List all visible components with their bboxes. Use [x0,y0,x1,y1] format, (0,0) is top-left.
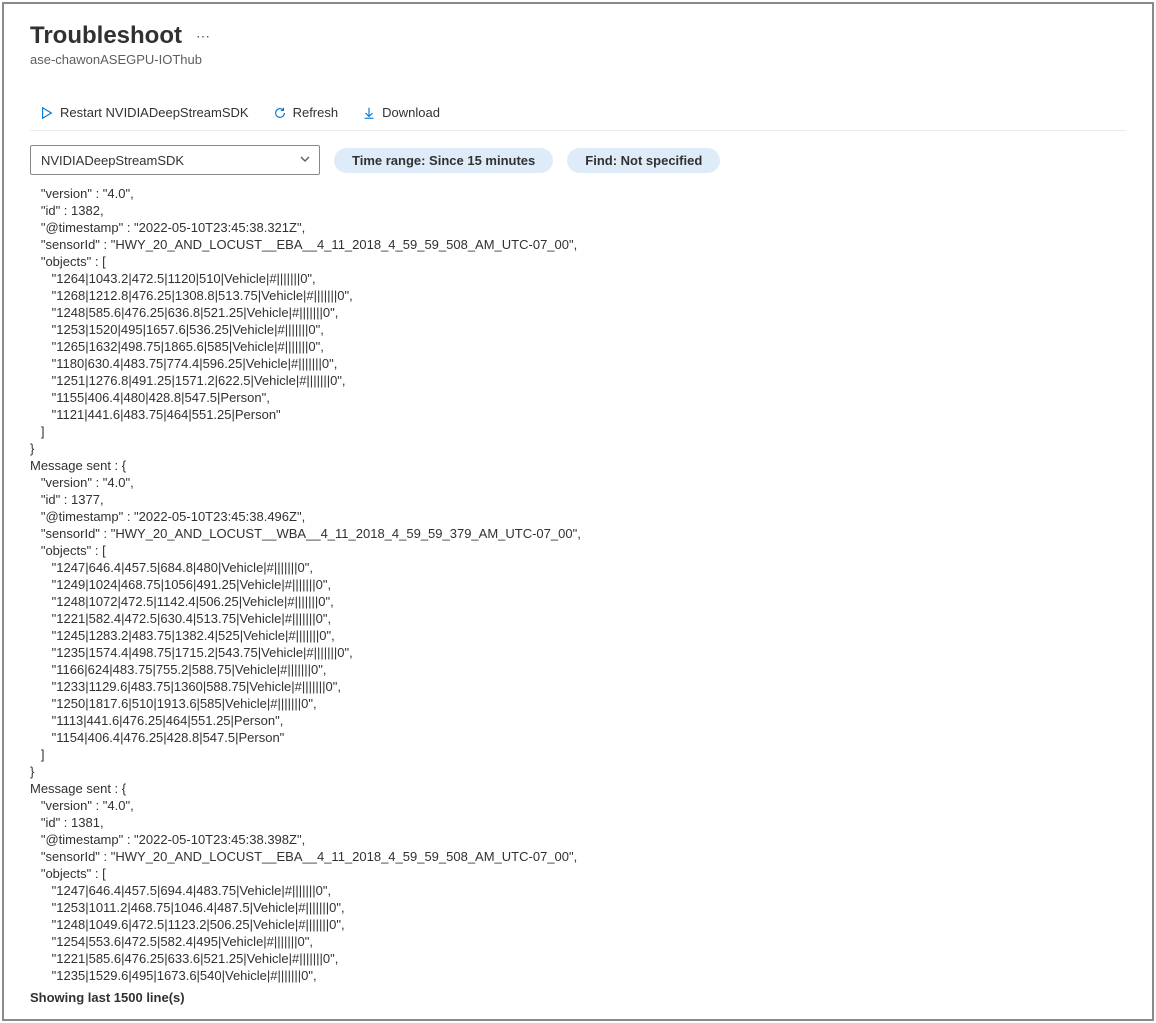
troubleshoot-panel: Troubleshoot ⋯ ase-chawonASEGPU-IOThub R… [2,2,1154,1021]
more-icon[interactable]: ⋯ [196,28,210,45]
log-output[interactable]: "version" : "4.0", "id" : 1382, "@timest… [30,185,1126,984]
download-icon [362,106,376,120]
page-title: Troubleshoot [30,22,182,50]
module-select-value: NVIDIADeepStreamSDK [41,153,184,168]
find-pill[interactable]: Find: Not specified [567,148,720,173]
time-range-pill[interactable]: Time range: Since 15 minutes [334,148,553,173]
refresh-button[interactable]: Refresh [263,101,349,124]
download-label: Download [382,105,440,120]
toolbar: Restart NVIDIADeepStreamSDK Refresh Down… [30,101,1126,131]
filter-row: NVIDIADeepStreamSDK Time range: Since 15… [30,145,1126,175]
refresh-icon [273,106,287,120]
restart-button[interactable]: Restart NVIDIADeepStreamSDK [30,101,259,124]
line-count-label: Showing last 1500 line(s) [30,990,1126,1005]
download-button[interactable]: Download [352,101,450,124]
refresh-label: Refresh [293,105,339,120]
chevron-down-icon [299,153,311,168]
play-icon [40,106,54,120]
breadcrumb: ase-chawonASEGPU-IOThub [30,52,1126,67]
header-row: Troubleshoot ⋯ [30,22,1126,50]
restart-label: Restart NVIDIADeepStreamSDK [60,105,249,120]
module-select[interactable]: NVIDIADeepStreamSDK [30,145,320,175]
